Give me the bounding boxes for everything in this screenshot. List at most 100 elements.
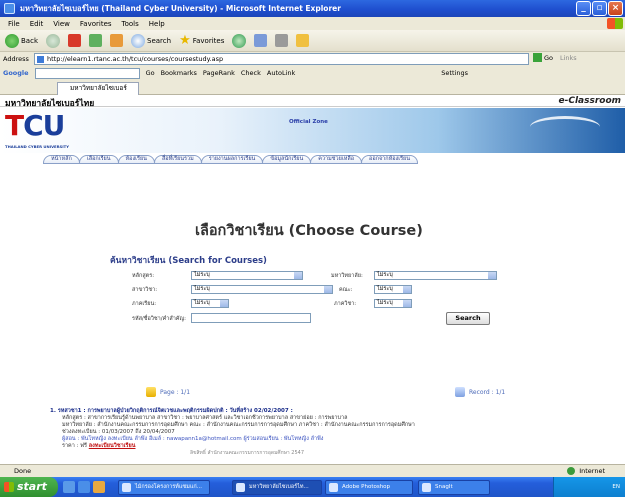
links-label[interactable]: Links — [560, 54, 577, 62]
search-heading: ค้นหาวิชาเรียน (Search for Courses) — [110, 256, 267, 266]
menu-view[interactable]: View — [48, 20, 75, 28]
search-label: Search — [147, 36, 172, 45]
taskbar-item-4[interactable]: SnagIt — [418, 480, 490, 495]
site-footer: ลิขสิทธิ์ สำนักงานคณะกรรมการการอุดมศึกษา… — [190, 450, 305, 456]
language-indicator[interactable]: EN — [612, 484, 620, 490]
logo-subtitle: THAILAND CYBER UNIVERSITY — [5, 144, 70, 149]
faculty-label: คณะ: — [339, 287, 353, 293]
check-button[interactable]: Check — [241, 69, 261, 77]
browser-toolbar: Back Search ★ Favorites — [0, 30, 625, 52]
maximize-button[interactable]: ▫ — [592, 1, 607, 16]
official-zone-label: Official Zone — [289, 119, 328, 125]
nav-student-info[interactable]: ข้อมูลนักเรียน — [262, 155, 312, 164]
pagerank-indicator: PageRank — [202, 69, 235, 77]
mail-icon — [254, 34, 268, 47]
page-text: Page : 1/1 — [160, 388, 191, 396]
tab-bar: มหาวิทยาลัยไซเบอร์ไท... — [0, 80, 625, 103]
forward-arrow-icon — [46, 33, 60, 48]
show-desktop-icon[interactable] — [63, 481, 75, 493]
search-submit-button[interactable]: Search — [446, 312, 490, 325]
refresh-button[interactable] — [87, 32, 104, 50]
keyword-input[interactable] — [191, 313, 311, 323]
program-select[interactable]: ไม่ระบุ — [191, 271, 303, 280]
subject-select[interactable]: ไม่ระบุ — [191, 285, 333, 294]
page-icon — [146, 387, 156, 397]
taskbar: start ไม้กรองโครงการท์แซมแก่... มหาวิทยา… — [0, 477, 625, 497]
window-titlebar: มหาวิทยาลัยไซเบอร์ไทย (Thailand Cyber Un… — [0, 0, 625, 17]
history-icon — [232, 33, 247, 48]
start-button[interactable]: start — [0, 477, 58, 497]
address-input[interactable]: http://elearn1.rtanc.ac.th/tcu/courses/c… — [34, 53, 529, 65]
media-icon[interactable] — [93, 481, 105, 493]
address-bar: Address http://elearn1.rtanc.ac.th/tcu/c… — [0, 52, 625, 66]
address-label: Address — [3, 55, 29, 63]
site-banner: TCU THAILAND CYBER UNIVERSITY Official Z… — [0, 108, 625, 153]
home-button[interactable] — [108, 32, 125, 50]
home-icon — [110, 34, 123, 47]
history-button[interactable] — [230, 32, 248, 50]
nav-choose-course[interactable]: เลือกเรียน — [78, 155, 119, 164]
nav-help[interactable]: ความช่วยเหลือ — [310, 155, 363, 164]
nav-report[interactable]: รายงานผลการเรียน — [200, 155, 264, 164]
course-result-instructor: ผู้สอน : พันโทหญิง ลงทะเบียน ลำพึง อีเมล… — [62, 436, 324, 442]
google-go-button[interactable]: Go — [146, 69, 155, 77]
category-label: ภาคเรียน: — [132, 301, 157, 307]
university-label: มหาวิทยาลัย: — [331, 273, 363, 279]
page-indicator: Page : 1/1 — [146, 387, 190, 397]
folder-icon — [296, 34, 310, 47]
course-result-title[interactable]: 1. รหสวชา1 : การพยาบาลผู้ป่วยวิกฤติการณ์… — [50, 408, 590, 415]
nav-classroom[interactable]: ห้องเรียน — [117, 155, 155, 164]
go-label: Go — [544, 53, 554, 62]
page-title: เลือกวิชาเรียน (Choose Course) — [195, 223, 423, 239]
print-button[interactable] — [273, 32, 290, 50]
favorites-label: Favorites — [192, 36, 225, 45]
tab-current[interactable]: มหาวิทยาลัยไซเบอร์ไท... — [57, 82, 139, 103]
course-result-item: 1. รหสวชา1 : การพยาบาลผู้ป่วยวิกฤติการณ์… — [50, 408, 590, 450]
site-header-bar: มหาวิทยาลัยไซเบอร์ไทย e-Classroom — [0, 95, 625, 109]
search-button[interactable]: Search — [129, 32, 173, 50]
mail-button[interactable] — [252, 32, 269, 50]
taskbar-item-3[interactable]: Adobe Photoshop — [325, 480, 413, 495]
category-select[interactable]: ไม่ระบุ — [191, 299, 229, 308]
nav-logout[interactable]: ออกจากห้องเรียน — [361, 155, 419, 164]
term-label: ภาควิชา: — [334, 301, 357, 307]
menu-favorites[interactable]: Favorites — [75, 20, 117, 28]
minimize-button[interactable]: _ — [576, 1, 591, 16]
google-toolbar: Google Go Bookmarks PageRank Check AutoL… — [0, 66, 625, 80]
status-text: Done — [14, 467, 32, 475]
course-result-program: หลักสูตร : สาขาการเรียนรู้ด้านพยาบาล สาข… — [62, 415, 348, 421]
course-result-university: มหาวิทยาลัย : สำนักงานคณะกรรมการการอุดมศ… — [62, 422, 415, 428]
university-select[interactable]: ไม่ระบุ — [374, 271, 497, 280]
stop-icon — [68, 34, 81, 47]
google-search-input[interactable] — [34, 67, 140, 79]
menu-help[interactable]: Help — [144, 20, 170, 28]
autolink-button[interactable]: AutoLink — [267, 69, 295, 77]
taskbar-item-1[interactable]: ไม้กรองโครงการท์แซมแก่... — [118, 480, 210, 495]
bookmarks-button[interactable]: Bookmarks — [161, 69, 197, 77]
menu-edit[interactable]: Edit — [25, 20, 49, 28]
record-icon — [455, 387, 465, 397]
back-arrow-icon — [5, 33, 19, 48]
settings-button[interactable]: Settings — [441, 69, 468, 77]
close-button[interactable]: × — [608, 1, 623, 16]
enroll-link[interactable]: ลงทะเบียนวิชาเรียน — [89, 443, 136, 449]
zone-indicator: Internet — [567, 465, 605, 477]
subject-label: สาขาวิชา: — [132, 287, 158, 293]
ie-quicklaunch-icon[interactable] — [78, 481, 90, 493]
ie-icon — [4, 3, 15, 14]
folder-button[interactable] — [294, 32, 311, 50]
menu-tools[interactable]: Tools — [117, 20, 144, 28]
nav-media[interactable]: สื่อที่เรียนรวม — [153, 155, 202, 164]
banner-swoosh-graphic — [530, 116, 600, 138]
stop-button[interactable] — [66, 32, 83, 50]
nav-home[interactable]: หน้าหลัก — [43, 155, 80, 164]
taskbar-item-2[interactable]: มหาวิทยาลัยไซเบอร์ไท... — [232, 480, 322, 495]
go-button[interactable]: Go — [533, 53, 553, 62]
faculty-select[interactable]: ไม่ระบุ — [374, 285, 412, 294]
favorites-button[interactable]: ★ Favorites — [177, 32, 226, 50]
term-select[interactable]: ไม่ระบุ — [374, 299, 412, 308]
back-button[interactable]: Back — [3, 32, 40, 50]
forward-button[interactable] — [44, 32, 62, 50]
site-nav: หน้าหลัก เลือกเรียน ห้องเรียน สื่อที่เรี… — [0, 153, 625, 165]
menu-file[interactable]: File — [3, 20, 25, 28]
